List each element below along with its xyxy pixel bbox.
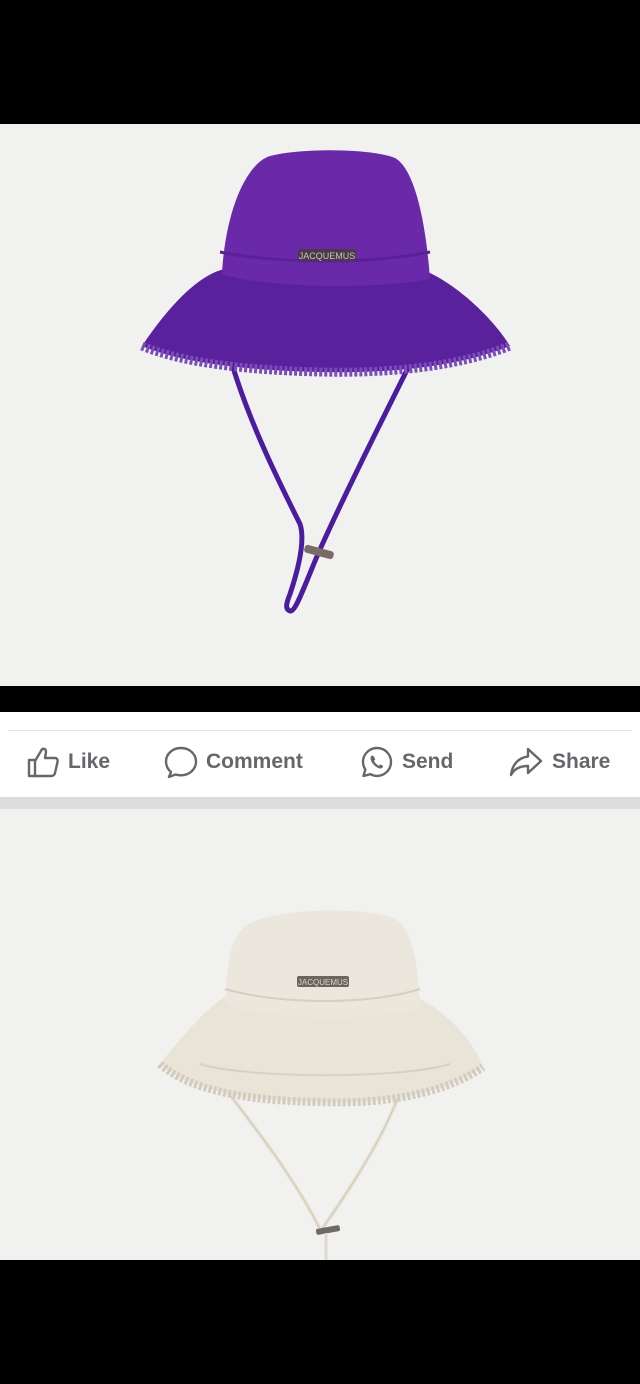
beige-hat-logo: JACQUEMUS bbox=[298, 978, 348, 987]
purple-bucket-hat-image: JACQUEMUS bbox=[140, 150, 512, 614]
send-label: Send bbox=[402, 750, 454, 773]
share-label: Share bbox=[552, 750, 611, 773]
comment-label: Comment bbox=[206, 750, 303, 773]
whatsapp-icon bbox=[361, 746, 393, 778]
beige-bucket-hat-image: JACQUEMUS bbox=[157, 910, 486, 1260]
purple-hat-logo: JACQUEMUS bbox=[299, 251, 356, 261]
post-photo-purple-hat[interactable]: JACQUEMUS bbox=[0, 124, 640, 686]
feed-divider bbox=[0, 797, 640, 809]
black-separator-band bbox=[0, 686, 640, 712]
top-black-band bbox=[0, 0, 640, 124]
speech-bubble-icon bbox=[164, 746, 198, 778]
bottom-black-band bbox=[0, 1260, 640, 1384]
like-label: Like bbox=[68, 750, 111, 773]
post-photo-beige-hat[interactable]: JACQUEMUS bbox=[0, 809, 640, 1260]
share-arrow-icon bbox=[509, 747, 543, 777]
thumbs-up-icon bbox=[27, 747, 59, 778]
